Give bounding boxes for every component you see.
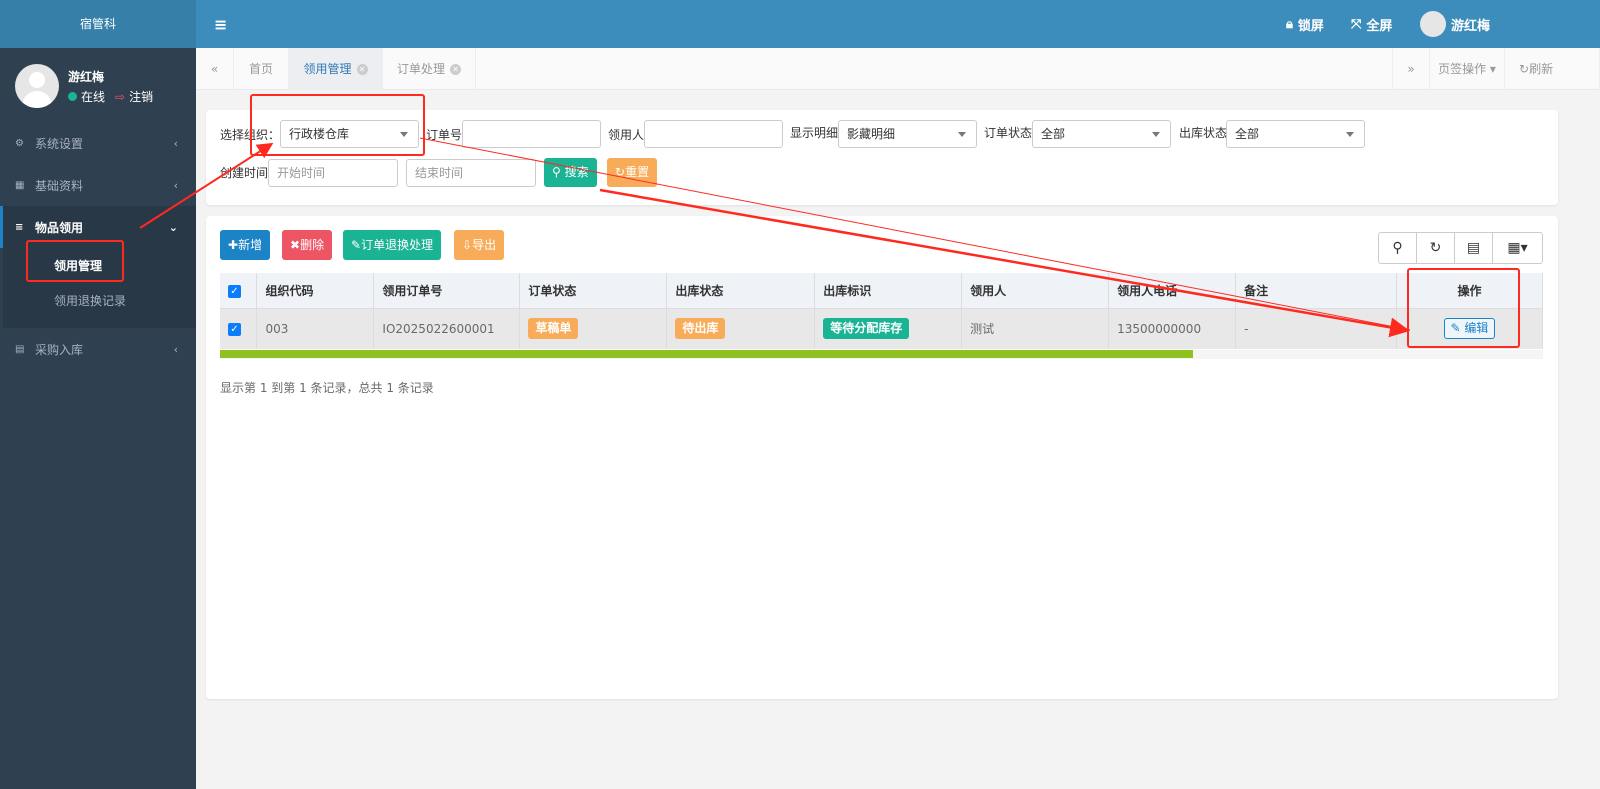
annotation-arrow [599,188,1410,338]
annotation-box [1407,268,1520,348]
annotation-line [419,137,1411,331]
annotation-box [250,94,425,156]
annotation-box [26,240,124,282]
annotation-overlay [26,94,1520,348]
annotation-arrow [139,142,274,229]
